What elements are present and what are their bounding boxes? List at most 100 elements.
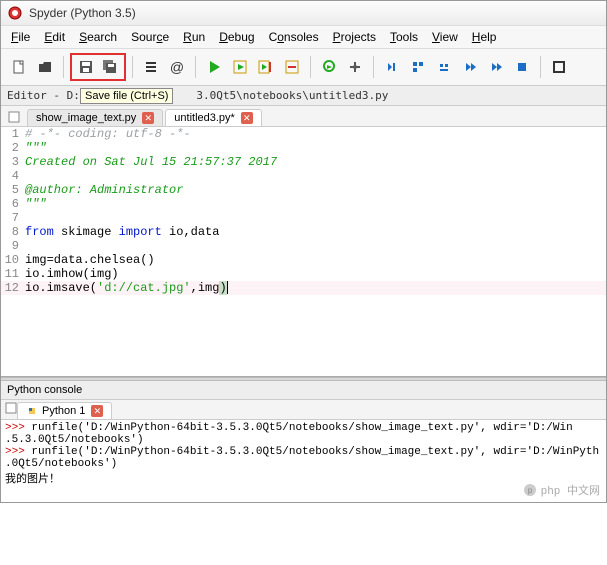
code-line[interactable]: 10img=data.chelsea() bbox=[1, 253, 606, 267]
menu-view[interactable]: View bbox=[432, 30, 458, 44]
code-line[interactable]: 5@author: Administrator bbox=[1, 183, 606, 197]
line-number: 1 bbox=[1, 127, 25, 141]
step-over-button[interactable] bbox=[380, 55, 404, 79]
menu-tools[interactable]: Tools bbox=[390, 30, 418, 44]
debug-stop-button[interactable] bbox=[510, 55, 534, 79]
run-button[interactable] bbox=[202, 55, 226, 79]
code-text[interactable]: Created on Sat Jul 15 21:57:37 2017 bbox=[25, 155, 606, 169]
menu-search[interactable]: Search bbox=[79, 30, 117, 44]
console-tab[interactable]: Python 1 ✕ bbox=[17, 402, 112, 419]
app-icon bbox=[7, 5, 23, 21]
code-text[interactable] bbox=[25, 211, 606, 225]
stop-button[interactable] bbox=[484, 55, 508, 79]
save-button[interactable] bbox=[74, 55, 98, 79]
file-tab-label: show_image_text.py bbox=[36, 112, 136, 124]
console-tab-bar: Python 1 ✕ bbox=[1, 400, 606, 420]
continue-button[interactable] bbox=[458, 55, 482, 79]
svg-text:p: p bbox=[527, 487, 532, 496]
console-line: 我的图片！ bbox=[5, 470, 602, 486]
toolbar: @ bbox=[1, 49, 606, 86]
file-tab-active[interactable]: untitled3.py* ✕ bbox=[165, 109, 262, 126]
menu-projects[interactable]: Projects bbox=[333, 30, 376, 44]
console-line: >>> runfile('D:/WinPython-64bit-3.5.3.0Q… bbox=[5, 446, 602, 458]
code-line[interactable]: 6""" bbox=[1, 197, 606, 211]
close-icon[interactable]: ✕ bbox=[142, 112, 154, 124]
new-file-button[interactable] bbox=[7, 55, 31, 79]
menu-help[interactable]: Help bbox=[472, 30, 497, 44]
separator bbox=[540, 56, 541, 78]
titlebar: Spyder (Python 3.5) bbox=[1, 1, 606, 26]
code-text[interactable] bbox=[25, 239, 606, 253]
debug-button[interactable] bbox=[317, 55, 341, 79]
list-icon[interactable] bbox=[139, 55, 163, 79]
code-editor[interactable]: 1# -*- coding: utf-8 -*-2"""3Created on … bbox=[1, 127, 606, 377]
line-number: 11 bbox=[1, 267, 25, 281]
menu-file[interactable]: File bbox=[11, 30, 30, 44]
code-line[interactable]: 12io.imsave('d://cat.jpg',img) bbox=[1, 281, 606, 295]
code-text[interactable] bbox=[25, 169, 606, 183]
line-number: 10 bbox=[1, 253, 25, 267]
code-line[interactable]: 7 bbox=[1, 211, 606, 225]
separator bbox=[195, 56, 196, 78]
code-line[interactable]: 2""" bbox=[1, 141, 606, 155]
app-window: Spyder (Python 3.5) File Edit Search Sou… bbox=[0, 0, 607, 503]
code-text[interactable]: # -*- coding: utf-8 -*- bbox=[25, 127, 606, 141]
separator bbox=[63, 56, 64, 78]
at-icon[interactable]: @ bbox=[165, 55, 189, 79]
close-icon[interactable]: ✕ bbox=[91, 405, 103, 417]
file-tab-bar: show_image_text.py ✕ untitled3.py* ✕ bbox=[1, 106, 606, 127]
maximize-pane-button[interactable] bbox=[547, 55, 571, 79]
code-text[interactable]: img=data.chelsea() bbox=[25, 253, 606, 267]
close-icon[interactable]: ✕ bbox=[241, 112, 253, 124]
text-cursor bbox=[227, 281, 228, 294]
line-number: 12 bbox=[1, 281, 25, 295]
run-cell-button[interactable] bbox=[228, 55, 252, 79]
code-line[interactable]: 8from skimage import io,data bbox=[1, 225, 606, 239]
menu-consoles[interactable]: Consoles bbox=[269, 30, 319, 44]
step-into-button[interactable] bbox=[406, 55, 430, 79]
code-text[interactable]: """ bbox=[25, 141, 606, 155]
code-line[interactable]: 1# -*- coding: utf-8 -*- bbox=[1, 127, 606, 141]
code-text[interactable]: io.imhow(img) bbox=[25, 267, 606, 281]
menubar: File Edit Search Source Run Debug Consol… bbox=[1, 26, 606, 49]
line-number: 6 bbox=[1, 197, 25, 211]
console-tab-label: Python 1 bbox=[42, 405, 85, 417]
open-file-button[interactable] bbox=[33, 55, 57, 79]
menu-debug[interactable]: Debug bbox=[219, 30, 254, 44]
save-highlight bbox=[70, 53, 126, 81]
file-tab[interactable]: show_image_text.py ✕ bbox=[27, 109, 163, 126]
debug-config-button[interactable] bbox=[343, 55, 367, 79]
code-line[interactable]: 9 bbox=[1, 239, 606, 253]
code-text[interactable]: from skimage import io,data bbox=[25, 225, 606, 239]
menu-run[interactable]: Run bbox=[183, 30, 205, 44]
console-header: Python console bbox=[1, 381, 606, 400]
tab-list-button[interactable] bbox=[5, 108, 23, 126]
line-number: 7 bbox=[1, 211, 25, 225]
console-line: .5.3.0Qt5/notebooks') bbox=[5, 434, 602, 446]
code-text[interactable]: """ bbox=[25, 197, 606, 211]
window-title: Spyder (Python 3.5) bbox=[29, 6, 136, 20]
code-line[interactable]: 3Created on Sat Jul 15 21:57:37 2017 bbox=[1, 155, 606, 169]
step-out-button[interactable] bbox=[432, 55, 456, 79]
code-text[interactable]: io.imsave('d://cat.jpg',img) bbox=[25, 281, 606, 295]
tab-list-button[interactable] bbox=[5, 402, 17, 419]
line-number: 9 bbox=[1, 239, 25, 253]
code-line[interactable]: 4 bbox=[1, 169, 606, 183]
code-text[interactable]: @author: Administrator bbox=[25, 183, 606, 197]
file-tab-label: untitled3.py* bbox=[174, 112, 235, 124]
line-number: 3 bbox=[1, 155, 25, 169]
console-line: >>> runfile('D:/WinPython-64bit-3.5.3.0Q… bbox=[5, 422, 602, 434]
menu-source[interactable]: Source bbox=[131, 30, 169, 44]
run-selection-button[interactable] bbox=[280, 55, 304, 79]
watermark: p php 中文网 bbox=[523, 482, 600, 498]
menu-edit[interactable]: Edit bbox=[44, 30, 65, 44]
python-icon bbox=[26, 405, 38, 417]
console-line: .0Qt5/notebooks') bbox=[5, 458, 602, 470]
line-number: 8 bbox=[1, 225, 25, 239]
run-cell-advance-button[interactable] bbox=[254, 55, 278, 79]
code-line[interactable]: 11io.imhow(img) bbox=[1, 267, 606, 281]
console-output[interactable]: >>> runfile('D:/WinPython-64bit-3.5.3.0Q… bbox=[1, 420, 606, 502]
separator bbox=[132, 56, 133, 78]
separator bbox=[373, 56, 374, 78]
save-all-button[interactable] bbox=[98, 55, 122, 79]
